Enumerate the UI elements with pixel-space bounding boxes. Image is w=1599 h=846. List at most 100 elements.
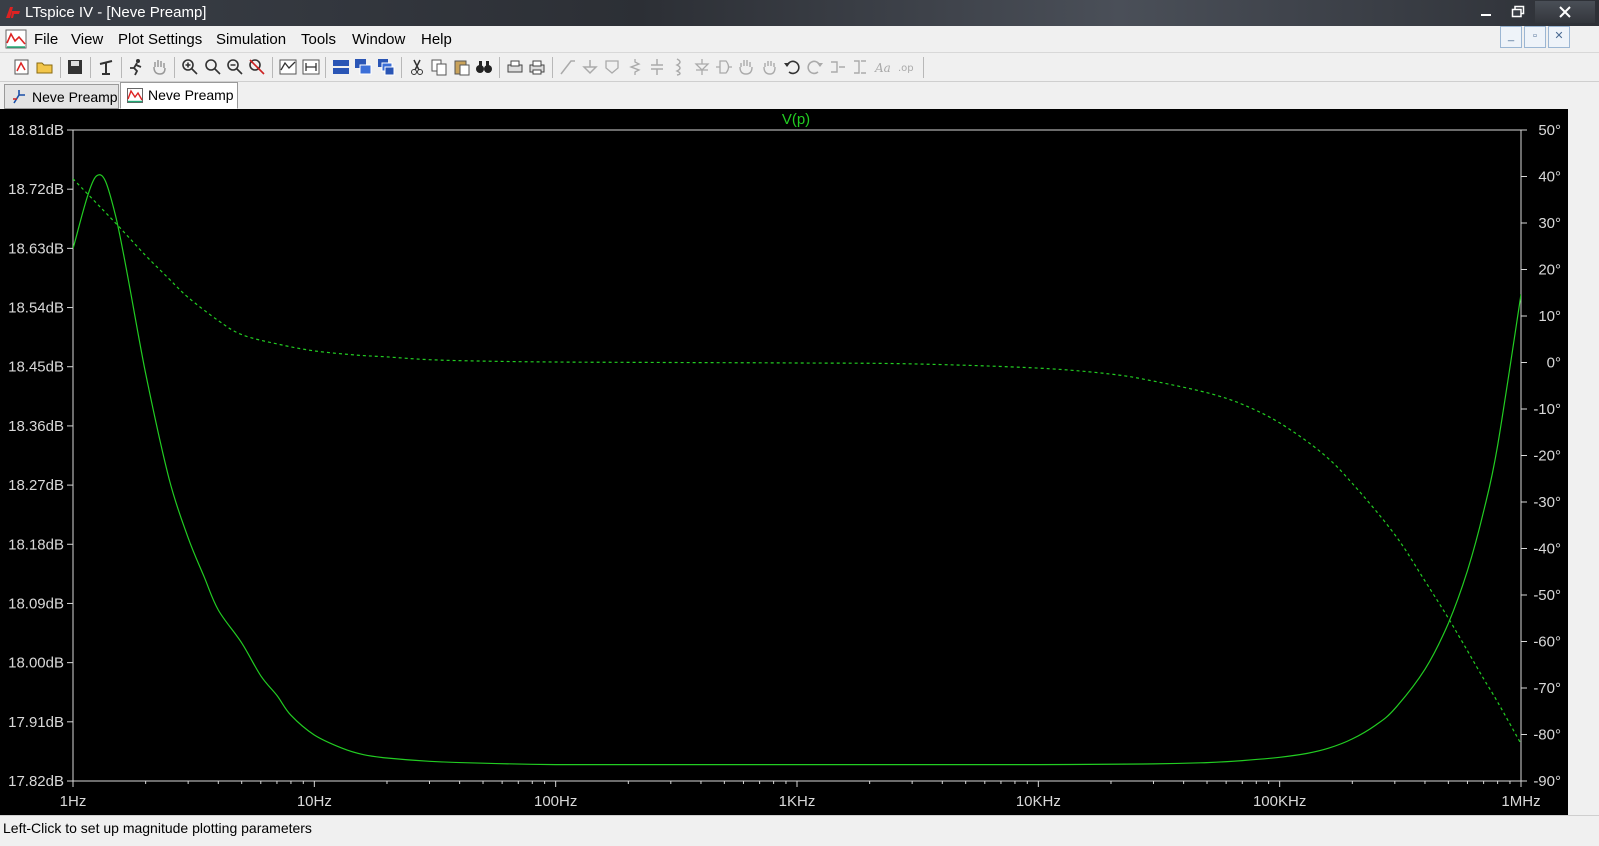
y2-tick-label[interactable]: -90° [1533,773,1561,790]
paste-icon[interactable] [453,58,471,76]
waveform-document-icon[interactable] [5,29,27,49]
drag-icon[interactable] [760,58,778,76]
mdi-close-button[interactable]: ✕ [1548,26,1570,48]
resistor-icon[interactable] [626,58,644,76]
menu-help[interactable]: Help [421,31,452,48]
minimize-button[interactable] [1471,1,1501,23]
menu-tools[interactable]: Tools [301,31,336,48]
y2-tick-label[interactable]: -60° [1533,634,1561,651]
fit-icon[interactable] [302,58,320,76]
y2-tick-label[interactable]: -50° [1533,587,1561,604]
new-schematic-icon[interactable] [13,58,31,76]
waveform-icon [127,88,143,103]
diode-icon[interactable] [693,58,711,76]
ltspice-logo-icon [6,7,20,18]
waveform-plot[interactable]: 18.81dB 18.72dB 18.63dB 18.54dB 18.45dB 18.36… [0,109,1568,815]
tab-schematic[interactable]: Neve Preamp [4,84,119,109]
y2-tick-label[interactable]: -70° [1533,680,1561,697]
y-tick-label[interactable]: 18.63dB [8,240,64,257]
mirror-icon[interactable] [851,58,869,76]
magnitude-trace[interactable] [73,174,1521,766]
x-tick-label[interactable]: 10KHz [1016,793,1061,810]
y2-tick-label[interactable]: 50° [1538,122,1561,139]
title-bar: LTspice IV - [Neve Preamp] [0,0,1599,26]
copy-icon[interactable] [430,58,448,76]
y2-tick-label[interactable]: -80° [1533,727,1561,744]
menu-file[interactable]: File [34,31,58,48]
spice-directive-icon[interactable]: .op [897,58,915,76]
open-icon[interactable] [36,58,54,76]
rotate-icon[interactable] [829,58,847,76]
ground-icon[interactable] [581,58,599,76]
menu-plot-settings[interactable]: Plot Settings [118,31,202,48]
tile-vertical-icon[interactable] [377,58,395,76]
plot-right-margin [1568,109,1599,815]
close-button[interactable] [1535,1,1595,23]
text-icon[interactable]: Aa [874,58,892,76]
maximize-button[interactable] [1503,1,1533,23]
x-tick-label[interactable]: 1MHz [1501,793,1540,810]
window-title: LTspice IV - [Neve Preamp] [25,4,207,21]
zoom-cancel-icon[interactable] [248,58,266,76]
mdi-minimize-button[interactable]: _ [1500,26,1522,48]
zoom-out-icon[interactable] [226,58,244,76]
y2-tick-label[interactable]: -10° [1533,401,1561,418]
x-tick-label[interactable]: 1KHz [779,793,816,810]
redo-icon[interactable] [806,58,824,76]
tile-horizontal-icon[interactable] [332,58,350,76]
y-tick-label[interactable]: 18.18dB [8,536,64,553]
print-icon[interactable] [506,58,524,76]
zoom-in-icon[interactable] [181,58,199,76]
y-tick-label[interactable]: 18.00dB [8,655,64,672]
y-tick-label[interactable]: 18.09dB [8,595,64,612]
halt-icon[interactable] [150,58,168,76]
menu-window[interactable]: Window [352,31,405,48]
y2-tick-label[interactable]: -20° [1533,448,1561,465]
menu-view[interactable]: View [71,31,103,48]
label-icon[interactable] [603,58,621,76]
y-tick-label[interactable]: 18.36dB [8,418,64,435]
x-tick-label[interactable]: 100KHz [1253,793,1306,810]
y2-tick-label[interactable]: 10° [1538,308,1561,325]
minimize-icon [1481,14,1491,16]
x-tick-label[interactable]: 10Hz [297,793,332,810]
undo-icon[interactable] [783,58,801,76]
autorange-icon[interactable] [279,58,297,76]
y-tick-label[interactable]: 17.82dB [8,773,64,790]
x-tick-label[interactable]: 1Hz [60,793,87,810]
menu-simulation[interactable]: Simulation [216,31,286,48]
y-tick-label[interactable]: 18.27dB [8,477,64,494]
y2-tick-label[interactable]: -40° [1533,541,1561,558]
document-tab-bar: Neve Preamp Neve Preamp [0,82,1599,109]
find-icon[interactable] [475,58,493,76]
y-tick-label[interactable]: 18.54dB [8,300,64,317]
print-preview-icon[interactable] [528,58,546,76]
y2-tick-label[interactable]: 30° [1538,215,1561,232]
y2-tick-label[interactable]: -30° [1533,494,1561,511]
y2-tick-label[interactable]: 40° [1538,169,1561,186]
component-icon[interactable] [715,58,733,76]
y2-tick-label[interactable]: 0° [1547,355,1561,372]
y-tick-label[interactable]: 18.72dB [8,181,64,198]
cut-icon[interactable] [408,58,426,76]
mdi-restore-button[interactable]: ▫ [1524,26,1546,48]
y-tick-label[interactable]: 17.91dB [8,714,64,731]
waveform-chart[interactable]: 18.81dB 18.72dB 18.63dB 18.54dB 18.45dB 18.36… [0,109,1568,815]
zoom-area-icon[interactable] [204,58,222,76]
cascade-icon[interactable] [354,58,372,76]
inductor-icon[interactable] [670,58,688,76]
toolbar: Aa .op [0,53,1599,82]
capacitor-icon[interactable] [648,58,666,76]
x-tick-label[interactable]: 100Hz [534,793,577,810]
wire-icon[interactable] [559,58,577,76]
y2-tick-label[interactable]: 20° [1538,262,1561,279]
tab-waveform[interactable]: Neve Preamp [120,82,238,109]
y-tick-label[interactable]: 18.81dB [8,122,64,139]
run-icon[interactable] [127,58,145,76]
y-tick-label[interactable]: 18.45dB [8,359,64,376]
phase-trace[interactable] [73,178,1521,745]
save-icon[interactable] [66,58,84,76]
trace-label-vp[interactable]: V(p) [782,111,810,128]
control-panel-icon[interactable] [97,58,115,76]
move-icon[interactable] [737,58,755,76]
